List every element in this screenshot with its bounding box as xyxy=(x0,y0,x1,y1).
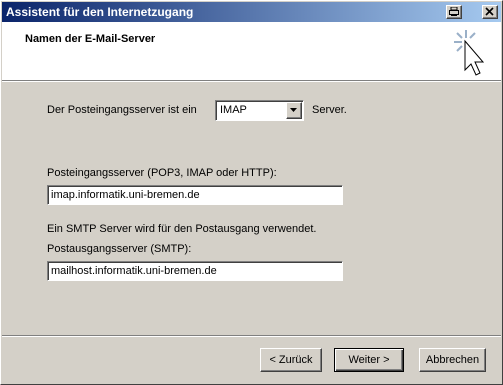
window-title: Assistent für den Internetzugang xyxy=(6,5,194,19)
header-separator xyxy=(2,80,501,82)
close-button[interactable] xyxy=(482,5,498,19)
incoming-type-select[interactable]: IMAP xyxy=(215,100,304,121)
wizard-header: Namen der E-Mail-Server xyxy=(2,22,501,80)
incoming-server-label: Posteingangsserver (POP3, IMAP oder HTTP… xyxy=(47,167,277,179)
outgoing-server-field[interactable]: mailhost.informatik.uni-bremen.de xyxy=(47,261,343,281)
help-button[interactable] xyxy=(446,5,462,19)
chevron-down-icon xyxy=(290,108,297,112)
wizard-wand-icon xyxy=(454,30,485,76)
print-icon xyxy=(449,7,459,16)
close-icon xyxy=(485,7,494,16)
incoming-type-suffix: Server. xyxy=(312,104,347,116)
wizard-window: Assistent für den Internetzugang Namen d… xyxy=(0,0,503,385)
next-button[interactable]: Weiter > xyxy=(334,348,404,372)
page-title: Namen der E-Mail-Server xyxy=(25,33,156,45)
incoming-server-field[interactable]: imap.informatik.uni-bremen.de xyxy=(47,185,343,205)
back-button[interactable]: < Zurück xyxy=(260,348,322,372)
incoming-type-label: Der Posteingangsserver ist ein xyxy=(47,104,197,116)
outgoing-server-label: Postausgangsserver (SMTP): xyxy=(47,243,192,255)
footer-separator xyxy=(2,335,501,337)
incoming-type-value: IMAP xyxy=(220,104,247,116)
smtp-note: Ein SMTP Server wird für den Postausgang… xyxy=(47,223,317,235)
dropdown-button[interactable] xyxy=(286,102,302,119)
title-bar[interactable]: Assistent für den Internetzugang xyxy=(2,2,501,22)
cancel-button[interactable]: Abbrechen xyxy=(419,348,486,372)
